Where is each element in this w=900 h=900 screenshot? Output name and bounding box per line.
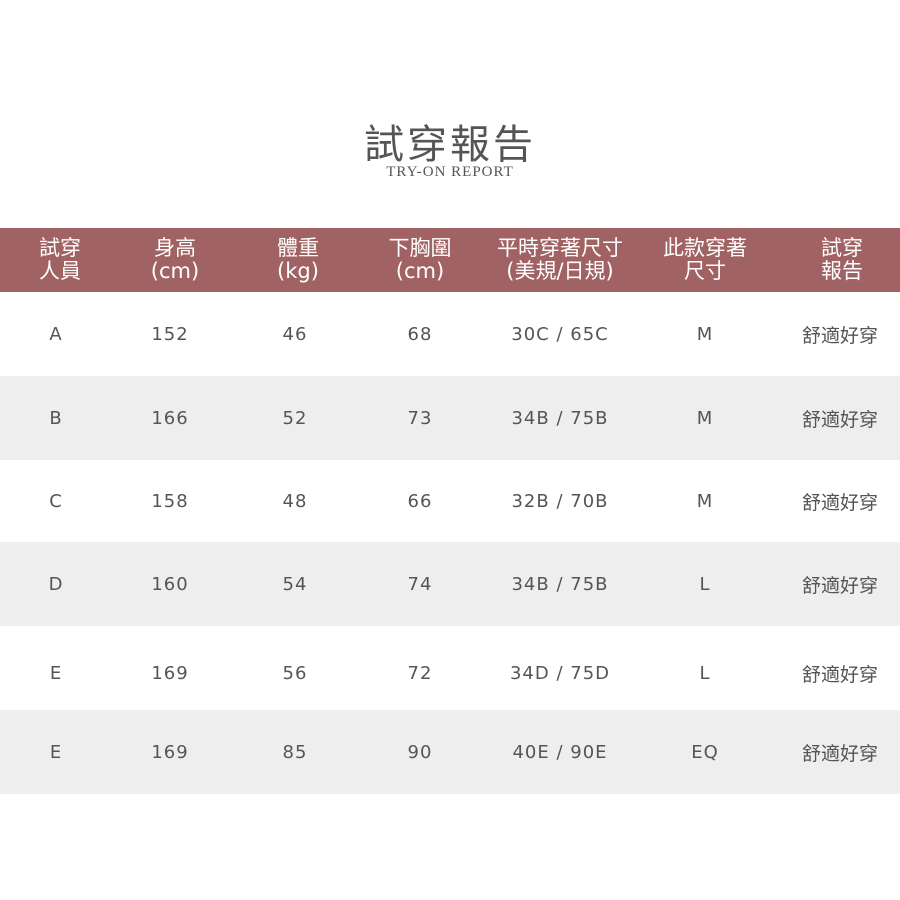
cell-height: 160 xyxy=(151,573,189,595)
cell-height: 158 xyxy=(151,490,189,512)
cell-person: E xyxy=(49,662,63,684)
cell-report: 舒適好穿 xyxy=(801,408,878,431)
cell-height: 166 xyxy=(151,407,189,429)
header-line: (美規/日規) xyxy=(506,259,614,283)
cell-person: C xyxy=(49,490,63,512)
header-cell-person: 試穿 人員 xyxy=(10,228,110,292)
cell-height: 152 xyxy=(151,323,189,345)
cell-size-worn: L xyxy=(699,662,711,684)
table-row: D 160 54 74 34B / 75B L 舒適好穿 xyxy=(0,542,900,626)
cell-report: 舒適好穿 xyxy=(801,742,878,765)
cell-person: E xyxy=(49,741,63,763)
cell-underbust: 90 xyxy=(407,741,433,763)
table-header: 試穿 人員 身高 (cm) 體重 (kg) 下胸圍 (cm) 平時穿著尺寸 (美… xyxy=(0,228,900,292)
cell-weight: 52 xyxy=(282,407,308,429)
cell-weight: 46 xyxy=(282,323,308,345)
header-line: 此款穿著 xyxy=(663,236,747,260)
cell-usual-size: 34B / 75B xyxy=(511,407,609,429)
header-cell-weight: 體重 (kg) xyxy=(238,228,358,292)
cell-size-worn: M xyxy=(696,323,714,345)
cell-size-worn: M xyxy=(696,490,714,512)
table-row: E 169 85 90 40E / 90E EQ 舒適好穿 xyxy=(0,710,900,794)
cell-size-worn: L xyxy=(699,573,711,595)
header-line: 人員 xyxy=(39,259,81,283)
cell-report: 舒適好穿 xyxy=(801,574,878,597)
cell-underbust: 66 xyxy=(407,490,433,512)
header-line: (cm) xyxy=(395,259,445,283)
cell-usual-size: 30C / 65C xyxy=(511,323,609,345)
header-line: 試穿 xyxy=(39,236,81,260)
cell-usual-size: 32B / 70B xyxy=(511,490,609,512)
header-cell-size-worn: 此款穿著 尺寸 xyxy=(645,228,765,292)
cell-size-worn: EQ xyxy=(691,741,719,763)
cell-report: 舒適好穿 xyxy=(801,663,878,686)
cell-underbust: 68 xyxy=(407,323,433,345)
cell-weight: 48 xyxy=(282,490,308,512)
cell-report: 舒適好穿 xyxy=(801,491,878,514)
table-row: E 169 56 72 34D / 75D L 舒適好穿 xyxy=(0,631,900,715)
cell-person: A xyxy=(49,323,63,345)
table-row: C 158 48 66 32B / 70B M 舒適好穿 xyxy=(0,459,900,543)
header-cell-underbust: 下胸圍 (cm) xyxy=(360,228,480,292)
page-subtitle: TRY-ON REPORT xyxy=(386,164,514,180)
header-cell-height: 身高 (cm) xyxy=(115,228,235,292)
cell-person: D xyxy=(48,573,64,595)
header-line: (kg) xyxy=(277,259,319,283)
header-line: 尺寸 xyxy=(684,259,726,283)
cell-weight: 56 xyxy=(282,662,308,684)
cell-size-worn: M xyxy=(696,407,714,429)
header-line: 下胸圍 xyxy=(388,236,452,260)
page-title: 試穿報告 xyxy=(364,122,536,168)
cell-weight: 85 xyxy=(282,741,308,763)
cell-underbust: 74 xyxy=(407,573,433,595)
cell-underbust: 73 xyxy=(407,407,433,429)
table-row: B 166 52 73 34B / 75B M 舒適好穿 xyxy=(0,376,900,460)
header-line: 試穿 xyxy=(821,236,863,260)
cell-height: 169 xyxy=(151,741,189,763)
cell-person: B xyxy=(49,407,63,429)
header-line: 身高 xyxy=(154,236,196,260)
header-line: 體重 xyxy=(277,236,319,260)
cell-height: 169 xyxy=(151,662,189,684)
header-line: 報告 xyxy=(821,259,863,283)
header-cell-usual-size: 平時穿著尺寸 (美規/日規) xyxy=(485,228,635,292)
table-row: A 152 46 68 30C / 65C M 舒適好穿 xyxy=(0,292,900,376)
header-cell-report: 試穿 報告 xyxy=(782,228,900,292)
cell-weight: 54 xyxy=(282,573,308,595)
header-line: 平時穿著尺寸 xyxy=(497,236,623,260)
cell-report: 舒適好穿 xyxy=(801,324,878,347)
cell-usual-size: 34B / 75B xyxy=(511,573,609,595)
cell-usual-size: 34D / 75D xyxy=(509,662,611,684)
cell-underbust: 72 xyxy=(407,662,433,684)
header-line: (cm) xyxy=(150,259,200,283)
cell-usual-size: 40E / 90E xyxy=(512,741,608,763)
